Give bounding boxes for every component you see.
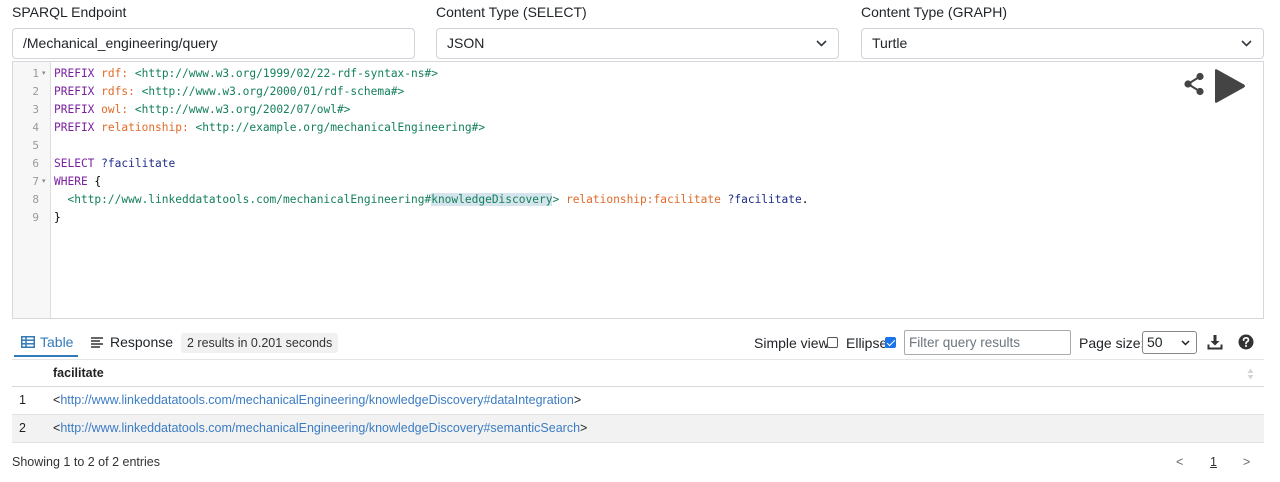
code-token: <http://example.org/mechanicalEngineerin… — [195, 121, 486, 134]
line-number: 6 — [32, 157, 39, 170]
code-token: <http://www.w3.org/2000/01/rdf-schema#> — [141, 85, 405, 98]
iri-close-bracket: > — [580, 421, 588, 435]
content-type-graph-label: Content Type (GRAPH) — [861, 4, 1008, 20]
column-header-facilitate: facilitate — [53, 366, 104, 380]
code-line: PREFIX owl: <http://www.w3.org/2002/07/o… — [54, 101, 350, 119]
endpoint-label: SPARQL Endpoint — [12, 4, 127, 20]
code-line: PREFIX relationship: <http://example.org… — [54, 119, 485, 137]
code-token: rdfs: — [101, 85, 135, 98]
code-token: PREFIX — [54, 121, 95, 134]
tab-response[interactable]: Response — [91, 331, 173, 353]
code-line: SELECT ?facilitate — [54, 155, 175, 173]
page-size-value: 50 — [1147, 334, 1163, 350]
code-token: <http://www.w3.org/2002/07/owl#> — [134, 103, 351, 116]
pagination-next[interactable]: > — [1243, 454, 1250, 470]
content-type-select-label: Content Type (SELECT) — [436, 4, 587, 20]
pagination-page-1[interactable]: 1 — [1210, 454, 1217, 470]
code-token: . — [801, 193, 809, 206]
content-type-graph-dropdown[interactable]: Turtle — [861, 28, 1264, 59]
results-count-badge: 2 results in 0.201 seconds — [181, 333, 339, 353]
code-line: PREFIX rdfs: <http://www.w3.org/2000/01/… — [54, 83, 404, 101]
fold-toggle-icon[interactable]: ▾ — [42, 65, 46, 83]
iri-close-bracket: > — [573, 393, 582, 407]
chevron-down-icon — [1241, 29, 1252, 58]
help-icon[interactable] — [1238, 334, 1254, 350]
table-row: 1 <http://www.linkeddatatools.com/mechan… — [12, 387, 1264, 415]
code-token: knowledgeDiscovery — [431, 193, 553, 206]
simple-view-checkbox[interactable] — [827, 337, 838, 348]
query-editor[interactable]: 1 ▾ 2 3 4 5 6 7 ▾ 8 9 PREFIX rdf: <http://www.w3.o… — [12, 61, 1264, 319]
code-token: <http://www.w3.org/1999/02/22-rdf-syntax… — [134, 67, 438, 80]
content-type-graph-value: Turtle — [872, 35, 908, 51]
run-query-play-icon[interactable] — [1212, 68, 1246, 104]
code-token: } — [54, 211, 61, 224]
code-token: ?facilitate — [101, 157, 176, 170]
tab-response-label: Response — [110, 334, 174, 350]
align-left-icon — [91, 336, 103, 348]
line-number: 5 — [32, 139, 39, 152]
filter-results-input[interactable] — [904, 330, 1071, 355]
code-token: PREFIX — [54, 103, 95, 116]
row-index: 1 — [19, 393, 26, 407]
chevron-down-icon — [816, 29, 827, 58]
code-token: relationship:facilitate — [565, 193, 721, 206]
code-line: } — [54, 209, 61, 227]
content-type-select-dropdown[interactable]: JSON — [436, 28, 839, 59]
pagination-previous[interactable]: < — [1176, 454, 1183, 470]
tab-table[interactable]: Table — [21, 331, 73, 353]
row-index: 2 — [19, 421, 26, 435]
fold-toggle-icon[interactable]: ▾ — [42, 173, 46, 191]
line-number: 7 — [32, 175, 39, 188]
endpoint-input-value: /Mechanical_engineering/query — [23, 35, 218, 51]
code-token: { — [87, 175, 102, 188]
share-icon[interactable] — [1183, 72, 1205, 96]
simple-view-label: Simple view — [754, 335, 829, 351]
line-number-gutter: 1 ▾ 2 3 4 5 6 7 ▾ 8 9 — [13, 62, 51, 318]
chevron-down-icon — [1181, 332, 1190, 353]
line-number: 3 — [32, 103, 39, 116]
tab-table-label: Table — [40, 334, 74, 350]
line-number: 4 — [32, 121, 39, 134]
table-icon — [21, 336, 35, 348]
page-size-label: Page size: — [1079, 335, 1145, 351]
line-number: 2 — [32, 85, 39, 98]
download-icon[interactable] — [1207, 334, 1223, 350]
code-token: rdf: — [101, 67, 129, 80]
code-token: WHERE — [54, 175, 88, 188]
code-token: ?facilitate — [727, 193, 802, 206]
line-number: 1 — [32, 67, 39, 80]
ellipse-label: Ellipse — [846, 335, 888, 351]
endpoint-input[interactable]: /Mechanical_engineering/query — [12, 28, 415, 59]
code-line: <http://www.linkeddatatools.com/mechanic… — [54, 191, 808, 209]
result-iri-link[interactable]: http://www.linkeddatatools.com/mechanica… — [60, 393, 574, 407]
code-line: PREFIX rdf: <http://www.w3.org/1999/02/2… — [54, 65, 438, 83]
code-token: <http://www.linkeddatatools.com/mechanic… — [67, 193, 432, 206]
page-size-select[interactable]: 50 — [1142, 331, 1197, 354]
code-token: PREFIX — [54, 67, 95, 80]
content-type-select-value: JSON — [447, 35, 485, 51]
result-cell: <http://www.linkeddatatools.com/mechanic… — [53, 387, 581, 414]
line-number: 8 — [32, 193, 39, 206]
code-token: owl: — [101, 103, 129, 116]
sort-icon — [1247, 367, 1254, 381]
results-table-header[interactable]: facilitate — [12, 359, 1264, 387]
result-iri-link[interactable]: http://www.linkeddatatools.com/mechanica… — [60, 421, 580, 435]
code-token: relationship: — [101, 121, 189, 134]
table-row: 2 <http://www.linkeddatatools.com/mechan… — [12, 415, 1264, 443]
code-token: PREFIX — [54, 85, 95, 98]
entries-info: Showing 1 to 2 of 2 entries — [12, 455, 161, 469]
code-line: WHERE { — [54, 173, 101, 191]
active-tab-indicator — [14, 355, 78, 357]
line-number: 9 — [32, 211, 39, 224]
code-token: SELECT — [54, 157, 95, 170]
ellipse-checkbox[interactable] — [885, 337, 896, 348]
result-cell: <http://www.linkeddatatools.com/mechanic… — [53, 415, 587, 442]
